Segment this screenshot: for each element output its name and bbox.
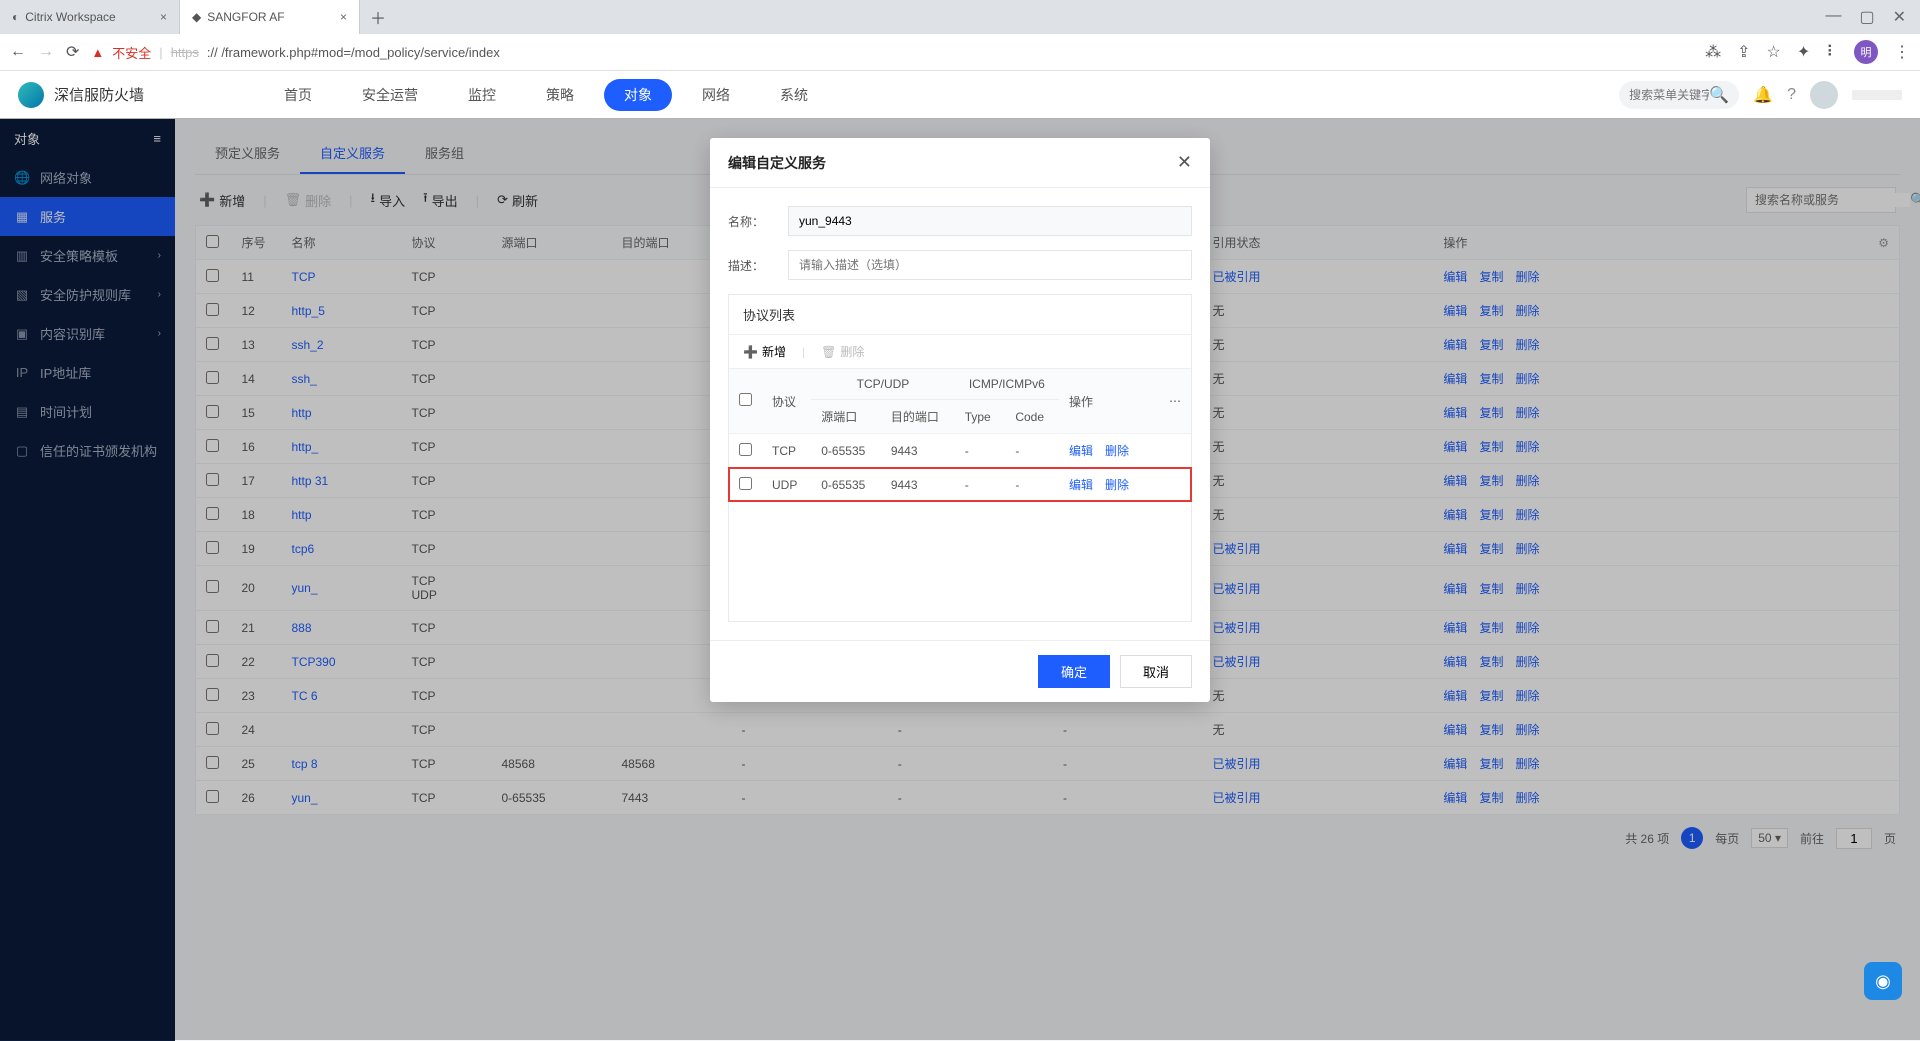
protocol-row: UDP0-655359443--编辑删除	[729, 468, 1191, 502]
cell-code: -	[1005, 468, 1059, 502]
protocol-table: 协议 TCP/UDP ICMP/ICMPv6 操作 ⋯ 源端口 目的端口 Typ…	[729, 369, 1191, 501]
cell-src: 0-65535	[811, 468, 881, 502]
delete-link[interactable]: 删除	[1105, 478, 1129, 492]
proto-add-button[interactable]: ➕ 新增	[743, 343, 786, 360]
edit-link[interactable]: 编辑	[1069, 478, 1093, 492]
browser-chrome: ◐ Citrix Workspace × ◆ SANGFOR AF × ＋ — …	[0, 0, 1920, 71]
cell-type: -	[955, 434, 1006, 468]
user-avatar[interactable]	[1810, 81, 1838, 109]
menu-search-input[interactable]	[1629, 88, 1709, 102]
col-dst: 目的端口	[881, 400, 955, 434]
tab-title: Citrix Workspace	[25, 10, 115, 24]
help-icon[interactable]: ?	[1787, 86, 1796, 104]
desc-label: 描述：	[728, 257, 788, 274]
profile-avatar[interactable]: 明	[1854, 40, 1878, 64]
search-icon[interactable]: 🔍	[1709, 85, 1729, 105]
col-type: Type	[955, 400, 1006, 434]
col-code: Code	[1005, 400, 1059, 434]
proto-delete-button[interactable]: 🗑 删除	[821, 343, 864, 360]
top-nav-item[interactable]: 网络	[682, 79, 750, 111]
proto-select-all[interactable]	[739, 393, 752, 406]
cell-src: 0-65535	[811, 434, 881, 468]
top-nav-item[interactable]: 安全运营	[342, 79, 438, 111]
top-nav-item[interactable]: 策略	[526, 79, 594, 111]
desc-input[interactable]	[788, 250, 1192, 280]
app-logo-icon	[18, 82, 44, 108]
cell-proto: UDP	[762, 468, 811, 502]
more-icon[interactable]: ⠇	[1826, 42, 1838, 62]
app-header: 深信服防火墙 首页安全运营监控策略对象网络系统 🔍 🔔 ?	[0, 71, 1920, 119]
browser-tab[interactable]: ◆ SANGFOR AF ×	[180, 0, 360, 34]
col-icmp: ICMP/ICMPv6	[955, 369, 1059, 400]
more-icon[interactable]: ⋯	[1169, 394, 1181, 408]
top-nav-item[interactable]: 对象	[604, 79, 672, 111]
top-nav-item[interactable]: 监控	[448, 79, 516, 111]
modal-overlay[interactable]: 编辑自定义服务 ✕ 名称： 描述： 协议列表 ➕ 新增 | 🗑 删除	[0, 118, 1920, 1040]
browser-tab[interactable]: ◐ Citrix Workspace ×	[0, 0, 180, 34]
translate-icon[interactable]: ⁂	[1705, 42, 1721, 62]
col-op: 操作	[1059, 369, 1159, 434]
close-icon[interactable]: ×	[160, 10, 167, 24]
window-controls: — ▢ ✕	[1811, 7, 1920, 27]
proto-row-checkbox[interactable]	[739, 443, 752, 456]
cell-dst: 9443	[881, 434, 955, 468]
url-scheme: https	[171, 45, 199, 60]
user-name	[1852, 90, 1902, 100]
delete-link[interactable]: 删除	[1105, 444, 1129, 458]
close-window-icon[interactable]: ✕	[1893, 7, 1906, 27]
insecure-icon: ▲	[91, 45, 104, 60]
protocol-row: TCP0-655359443--编辑删除	[729, 434, 1191, 468]
top-nav-item[interactable]: 系统	[760, 79, 828, 111]
cell-code: -	[1005, 434, 1059, 468]
menu-icon[interactable]: ⋮	[1894, 42, 1910, 62]
edit-service-modal: 编辑自定义服务 ✕ 名称： 描述： 协议列表 ➕ 新增 | 🗑 删除	[710, 138, 1210, 702]
cell-proto: TCP	[762, 434, 811, 468]
back-icon[interactable]: ←	[10, 43, 26, 61]
close-icon[interactable]: ✕	[1177, 152, 1192, 173]
share-icon[interactable]: ⇪	[1737, 42, 1750, 62]
maximize-icon[interactable]: ▢	[1859, 7, 1874, 27]
cell-type: -	[955, 468, 1006, 502]
tab-favicon: ◐	[12, 10, 19, 24]
bell-icon[interactable]: 🔔	[1753, 85, 1773, 105]
browser-tabs: ◐ Citrix Workspace × ◆ SANGFOR AF × ＋ — …	[0, 0, 1920, 34]
extensions-icon[interactable]: ✦	[1797, 42, 1810, 62]
col-proto: 协议	[762, 369, 811, 434]
protocol-panel-title: 协议列表	[729, 295, 1191, 335]
tab-title: SANGFOR AF	[207, 10, 284, 24]
new-tab-button[interactable]: ＋	[360, 5, 396, 29]
col-tcpudp: TCP/UDP	[811, 369, 954, 400]
star-icon[interactable]: ☆	[1767, 42, 1781, 62]
top-nav: 首页安全运营监控策略对象网络系统	[264, 79, 828, 111]
ok-button[interactable]: 确定	[1038, 655, 1110, 688]
assistant-icon[interactable]: ◉	[1864, 962, 1902, 1000]
name-label: 名称：	[728, 213, 788, 230]
insecure-label: 不安全	[112, 43, 151, 62]
minimize-icon[interactable]: —	[1825, 7, 1841, 27]
cancel-button[interactable]: 取消	[1120, 655, 1192, 688]
menu-search[interactable]: 🔍	[1619, 81, 1739, 109]
modal-title: 编辑自定义服务	[728, 153, 826, 173]
tab-favicon: ◆	[192, 10, 201, 24]
reload-icon[interactable]: ⟳	[66, 42, 79, 62]
url-text: :// /framework.php#mod=/mod_policy/servi…	[207, 45, 500, 60]
forward-icon[interactable]: →	[38, 43, 54, 61]
cell-dst: 9443	[881, 468, 955, 502]
name-input[interactable]	[788, 206, 1192, 236]
address-bar: ← → ⟳ ▲ 不安全 | https :// /framework.php#m…	[0, 34, 1920, 70]
close-icon[interactable]: ×	[340, 10, 347, 24]
edit-link[interactable]: 编辑	[1069, 444, 1093, 458]
protocol-panel: 协议列表 ➕ 新增 | 🗑 删除 协议 TCP/UDP ICMP/ICMPv6 …	[728, 294, 1192, 622]
top-nav-item[interactable]: 首页	[264, 79, 332, 111]
col-src: 源端口	[811, 400, 881, 434]
proto-row-checkbox[interactable]	[739, 477, 752, 490]
app-title: 深信服防火墙	[54, 84, 144, 105]
url-field[interactable]: ▲ 不安全 | https :// /framework.php#mod=/mo…	[91, 43, 1693, 62]
